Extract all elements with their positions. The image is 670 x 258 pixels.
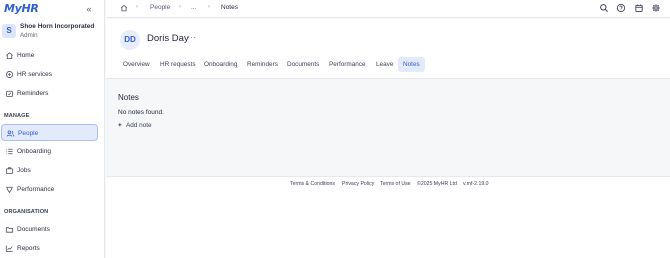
breadcrumb-people[interactable]: People	[150, 4, 170, 11]
section-heading-organisation: ORGANISATION	[4, 209, 49, 215]
sidebar-item-documents[interactable]: Documents	[1, 222, 98, 237]
documents-icon	[5, 225, 14, 234]
jobs-icon	[5, 166, 14, 175]
company-avatar: S	[2, 24, 16, 38]
tab-leave[interactable]: Leave	[373, 57, 396, 72]
onboarding-icon	[5, 147, 14, 156]
footer-version: v.mf-2.19.0	[463, 181, 489, 187]
section-heading-manage: MANAGE	[4, 113, 30, 119]
footer-privacy-policy-link[interactable]: Privacy Policy	[342, 181, 374, 187]
reminders-icon	[5, 89, 14, 98]
tab-reminders[interactable]: Reminders	[244, 57, 281, 72]
plus-icon: +	[118, 122, 122, 129]
help-icon[interactable]	[616, 3, 626, 13]
notes-heading: Notes	[118, 93, 139, 102]
sidebar-item-label: HR services	[17, 70, 53, 78]
calendar-icon[interactable]	[634, 3, 644, 13]
sidebar-item-label: Home	[17, 51, 35, 59]
company-switcher[interactable]: S Shoe Horn Incorporated Admin	[2, 22, 102, 42]
tab-documents[interactable]: Documents	[284, 57, 322, 72]
add-note-button[interactable]: + Add note	[118, 122, 152, 131]
tab-overview[interactable]: Overview	[120, 57, 153, 72]
company-role: Admin	[20, 32, 38, 39]
sidebar-item-people[interactable]: People	[1, 124, 98, 141]
settings-icon[interactable]	[651, 3, 661, 13]
tab-onboarding[interactable]: Onboarding	[201, 57, 240, 72]
collapse-sidebar-icon[interactable]: «	[84, 4, 94, 14]
people-icon	[6, 129, 15, 138]
footer-terms-of-use-link[interactable]: Terms of Use	[380, 181, 411, 187]
tab-notes[interactable]: Notes	[398, 57, 425, 72]
company-name: Shoe Horn Incorporated	[20, 23, 95, 30]
sidebar-item-label: Jobs	[17, 166, 31, 174]
reports-icon	[5, 244, 14, 253]
sidebar-item-label: People	[18, 129, 39, 137]
hr-services-icon	[5, 70, 14, 79]
profile-header: DD Doris Day ··· Overview HR requests On…	[106, 19, 670, 79]
sidebar: MyHR « S Shoe Horn Incorporated Admin Ho…	[0, 0, 105, 258]
footer: Terms & Conditions Privacy Policy Terms …	[106, 176, 670, 258]
tab-performance[interactable]: Performance	[326, 57, 369, 72]
tab-hr-requests[interactable]: HR requests	[157, 57, 199, 72]
search-icon[interactable]	[599, 3, 609, 13]
performance-icon	[5, 185, 14, 194]
employee-name: Doris Day	[147, 33, 189, 44]
breadcrumb-separator: ›	[179, 4, 181, 10]
breadcrumb-home-icon[interactable]	[120, 4, 128, 12]
breadcrumb-separator: ›	[136, 4, 138, 10]
top-bar: › People › ... › Notes	[106, 0, 670, 18]
sidebar-item-onboarding[interactable]: Onboarding	[1, 144, 98, 159]
myhr-logo[interactable]: MyHR	[4, 2, 39, 16]
sidebar-item-label: Reminders	[17, 89, 49, 97]
sidebar-item-label: Performance	[17, 185, 55, 193]
empty-state-text: No notes found.	[118, 109, 164, 116]
add-note-label: Add note	[126, 122, 152, 129]
sidebar-item-home[interactable]: Home	[1, 48, 98, 63]
main-content: DD Doris Day ··· Overview HR requests On…	[106, 19, 670, 258]
sidebar-item-label: Onboarding	[17, 147, 51, 155]
footer-terms-conditions-link[interactable]: Terms & Conditions	[290, 181, 335, 187]
sidebar-item-label: Documents	[17, 225, 50, 233]
sidebar-item-jobs[interactable]: Jobs	[1, 163, 98, 178]
sidebar-item-label: Reports	[17, 244, 40, 252]
sidebar-item-reports[interactable]: Reports	[1, 241, 98, 256]
breadcrumb-ellipsis[interactable]: ...	[191, 4, 196, 11]
employee-avatar: DD	[120, 30, 140, 50]
footer-copyright: ©2025 MyHR Ltd	[417, 181, 457, 187]
sidebar-item-performance[interactable]: Performance	[1, 182, 98, 197]
breadcrumb-separator: ›	[208, 4, 210, 10]
breadcrumb-current: Notes	[221, 4, 238, 11]
sidebar-item-hr-services[interactable]: HR services	[1, 67, 98, 82]
sidebar-item-reminders[interactable]: Reminders	[1, 86, 98, 101]
more-options-icon[interactable]: ···	[187, 33, 197, 42]
home-icon	[5, 51, 14, 60]
